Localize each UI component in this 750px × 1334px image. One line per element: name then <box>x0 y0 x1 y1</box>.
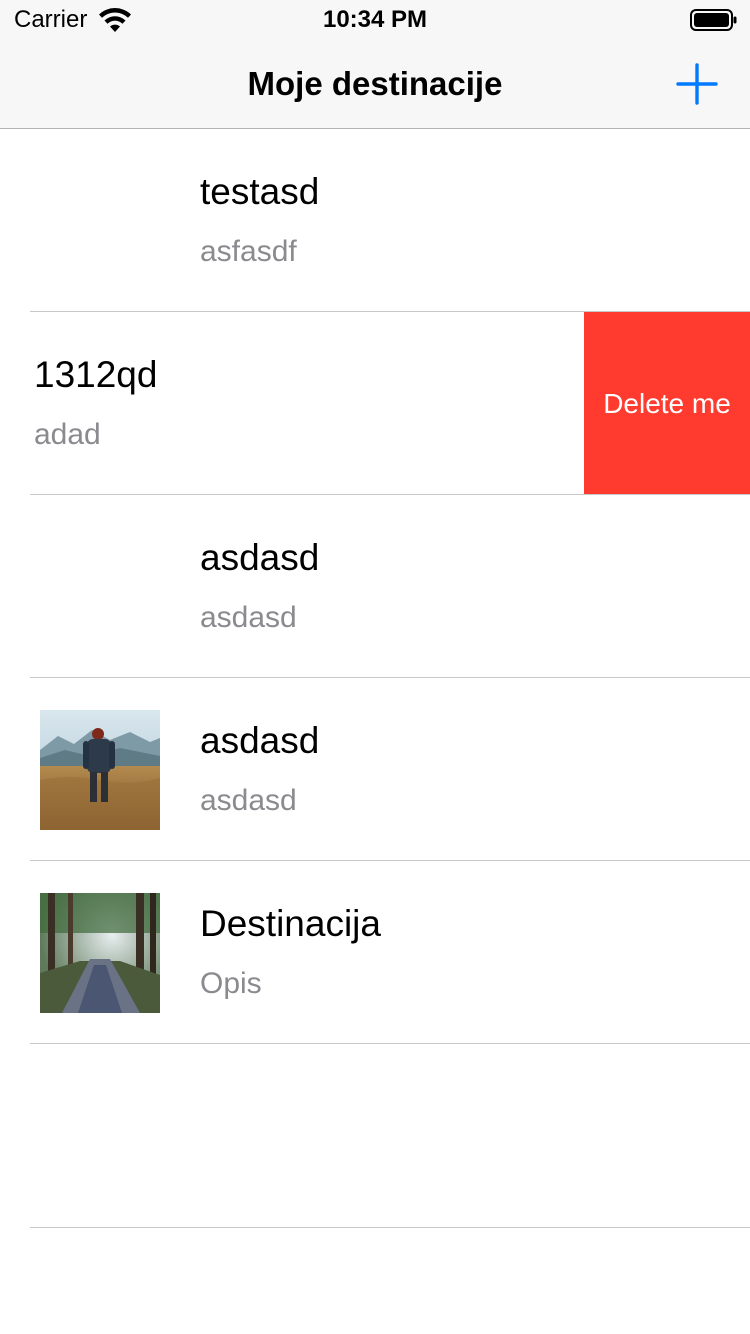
table-row[interactable]: testasd asfasdf <box>0 129 750 312</box>
table-row[interactable]: Destinacija Opis <box>0 861 750 1044</box>
row-title: asdasd <box>200 537 320 578</box>
delete-button[interactable]: Delete me <box>584 312 750 495</box>
table-row-swiped[interactable]: 1312qd adad Delete me <box>0 312 750 495</box>
row-subtitle: adad <box>34 418 101 451</box>
row-separator <box>30 1227 750 1228</box>
row-subtitle: asdasd <box>200 601 297 634</box>
row-title: 1312qd <box>34 354 158 395</box>
row-title: testasd <box>200 171 320 212</box>
add-destination-button[interactable] <box>670 57 724 111</box>
table-row[interactable]: asdasd asdasd <box>0 678 750 861</box>
row-title: Destinacija <box>200 903 381 944</box>
row-subtitle: asfasdf <box>200 235 297 268</box>
row-title: asdasd <box>200 720 320 761</box>
row-subtitle: asdasd <box>200 784 297 817</box>
battery-icon <box>690 8 738 32</box>
empty-table-row <box>0 1044 750 1228</box>
page-title: Moje destinacije <box>247 65 503 102</box>
status-bar: Carrier 10:34 PM <box>0 0 750 40</box>
person-in-field-photo <box>40 710 160 830</box>
destinations-table: testasd asfasdf 1312qd adad Delete me as… <box>0 129 750 1228</box>
plus-icon <box>676 63 718 105</box>
table-row[interactable]: asdasd asdasd <box>0 495 750 678</box>
app-screen: Carrier 10:34 PM Moje destinacije testas… <box>0 0 750 1334</box>
forest-road-photo <box>40 893 160 1013</box>
navigation-bar: Moje destinacije <box>0 40 750 129</box>
row-subtitle: Opis <box>200 967 262 1000</box>
status-time: 10:34 PM <box>322 6 428 33</box>
